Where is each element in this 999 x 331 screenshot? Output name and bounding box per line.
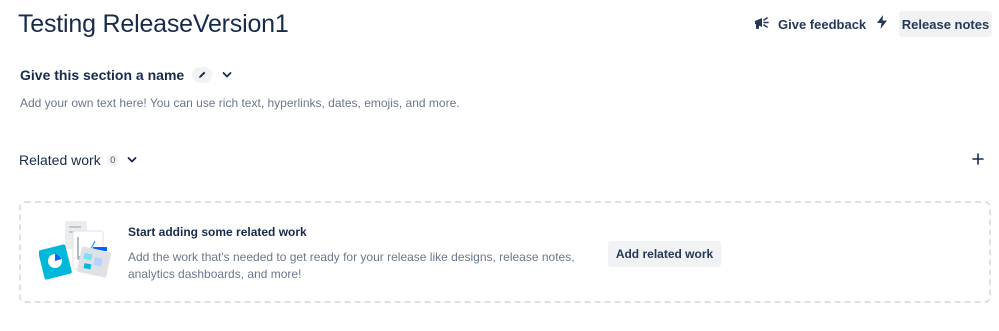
plus-icon: [972, 153, 984, 165]
chevron-down-icon: [127, 157, 137, 163]
add-related-work-plus-button[interactable]: [969, 150, 987, 168]
empty-state-title: Start adding some related work: [128, 225, 307, 239]
release-notes-button[interactable]: Release notes: [899, 11, 992, 37]
empty-state-description: Add the work that's needed to get ready …: [128, 250, 575, 281]
section-name[interactable]: Give this section a name: [20, 67, 184, 83]
megaphone-icon: [753, 15, 771, 34]
pencil-icon: [199, 71, 206, 78]
related-work-title: Related work: [19, 152, 101, 168]
section-description[interactable]: Add your own text here! You can use rich…: [20, 96, 460, 110]
add-related-work-button[interactable]: Add related work: [608, 241, 721, 267]
release-page: Testing ReleaseVersion1 Give feedback Re…: [0, 0, 999, 331]
related-work-illustration: [39, 221, 112, 280]
page-title: Testing ReleaseVersion1: [18, 10, 289, 38]
automation-button[interactable]: [871, 12, 893, 36]
edit-section-name-button[interactable]: [192, 67, 213, 83]
lightning-bolt-icon: [876, 14, 888, 35]
related-work-count-badge: 0: [106, 154, 119, 166]
section-collapse-button[interactable]: [220, 68, 234, 82]
custom-section-header: Give this section a name: [20, 66, 234, 84]
related-work-empty-state: Start adding some related work Add the w…: [19, 201, 991, 303]
related-work-header: Related work 0: [19, 151, 139, 169]
give-feedback-button[interactable]: Give feedback: [753, 12, 866, 36]
related-work-collapse-button[interactable]: [125, 153, 139, 167]
give-feedback-label: Give feedback: [778, 16, 867, 32]
chevron-down-icon: [222, 72, 232, 78]
